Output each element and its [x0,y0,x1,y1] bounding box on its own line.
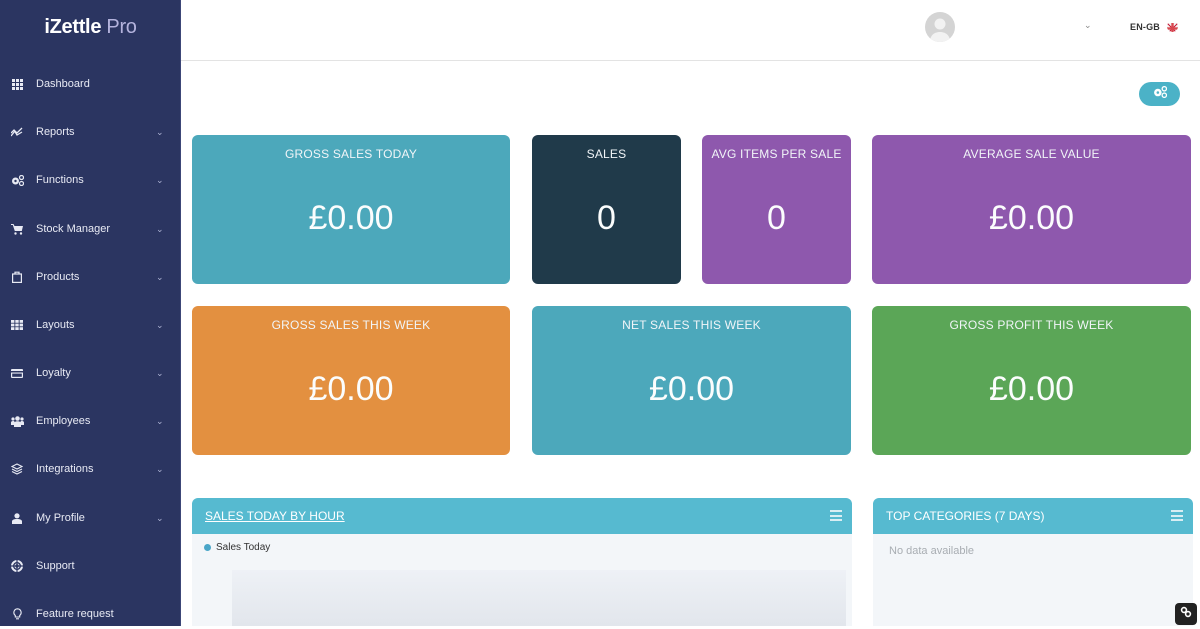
app-logo[interactable]: iZettle Pro [0,16,181,39]
lightbulb-icon [10,607,24,621]
panel-sales-today-by-hour: SALES TODAY BY HOUR Sales Today [192,498,852,626]
sidebar-item-loyalty[interactable]: Loyalty ⌄ [0,358,180,388]
sidebar-item-label: My Profile [36,512,85,524]
panel-header: TOP CATEGORIES (7 DAYS) [873,498,1193,534]
chevron-down-icon: ⌄ [156,223,164,234]
chevron-down-icon: ⌄ [156,126,164,137]
credit-card-icon [10,366,24,380]
users-icon [10,414,24,428]
layers-icon [10,462,24,476]
sidebar-item-label: Layouts [36,319,75,331]
sidebar-item-my-profile[interactable]: My Profile ⌄ [0,503,180,533]
cogs-icon [10,173,24,187]
card-title: AVG ITEMS PER SALE [711,147,842,161]
sidebar-item-employees[interactable]: Employees ⌄ [0,406,180,436]
logo-suffix: Pro [106,16,137,38]
card-value: 0 [767,199,786,237]
chevron-down-icon: ⌄ [156,174,164,185]
hamburger-menu-icon[interactable] [1171,510,1183,521]
empty-state-message: No data available [889,545,975,557]
panel-header: SALES TODAY BY HOUR [192,498,852,534]
sidebar-item-label: Integrations [36,463,94,475]
card-value: £0.00 [308,370,394,408]
panel-title-link[interactable]: SALES TODAY BY HOUR [205,509,345,523]
sidebar-item-reports[interactable]: Reports ⌄ [0,117,180,147]
card-title: GROSS PROFIT THIS WEEK [949,318,1114,332]
language-selector[interactable]: EN-GB [1130,22,1160,32]
panel-top-categories: TOP CATEGORIES (7 DAYS) No data availabl… [873,498,1193,626]
sidebar-item-label: Stock Manager [36,223,110,235]
cart-icon [10,222,24,236]
legend-dot-icon [204,544,211,551]
user-icon [10,511,24,525]
chart-line-icon [10,125,24,139]
sidebar-item-label: Reports [36,126,75,138]
chevron-down-icon: ⌄ [156,512,164,523]
card-title: GROSS SALES THIS WEEK [271,318,431,332]
sidebar-item-integrations[interactable]: Integrations ⌄ [0,454,180,484]
sidebar-item-label: Functions [36,174,84,186]
grid-icon [10,318,24,332]
hamburger-menu-icon[interactable] [830,510,842,521]
link-icon [1180,605,1192,623]
card-title: NET SALES THIS WEEK [622,318,761,332]
chevron-down-icon: ⌄ [156,367,164,378]
chevron-down-icon: ⌄ [156,415,164,426]
panel-title: TOP CATEGORIES (7 DAYS) [886,509,1045,523]
card-title: GROSS SALES TODAY [284,147,418,161]
card-gross-sales-this-week: GROSS SALES THIS WEEK £0.00 [192,306,510,455]
uk-flag-icon[interactable] [1167,21,1178,32]
user-menu-chevron-icon[interactable]: ⌄ [1084,20,1092,31]
dashboard-settings-button[interactable] [1139,82,1180,106]
card-net-sales-this-week: NET SALES THIS WEEK £0.00 [532,306,851,455]
chart-plot-area [232,570,846,626]
grid-icon [10,77,24,91]
sidebar-item-feature-request[interactable]: Feature request [0,599,180,629]
top-bar: ⌄ EN-GB [181,0,1200,61]
sidebar-item-support[interactable]: Support [0,551,180,581]
card-value: £0.00 [988,370,1075,408]
legend-label: Sales Today [216,542,271,553]
sidebar-item-label: Loyalty [36,367,71,379]
card-value: £0.00 [308,199,394,237]
card-title: AVERAGE SALE VALUE [963,147,1100,161]
shopping-bag-icon [10,270,24,284]
sidebar-item-stock-manager[interactable]: Stock Manager ⌄ [0,214,180,244]
logo-main: iZettle [44,16,102,38]
sidebar-item-label: Employees [36,415,91,427]
life-ring-icon [10,559,24,573]
card-avg-items-per-sale: AVG ITEMS PER SALE 0 [702,135,851,284]
sidebar-item-label: Dashboard [36,78,90,90]
card-title: SALES [586,147,627,161]
card-value: 0 [597,199,616,237]
cogs-icon [1153,85,1167,103]
card-gross-sales-today: GROSS SALES TODAY £0.00 [192,135,510,284]
card-gross-profit-this-week: GROSS PROFIT THIS WEEK £0.00 [872,306,1191,455]
card-sales: SALES 0 [532,135,681,284]
sidebar-item-label: Support [36,560,75,572]
chart-legend-item[interactable]: Sales Today [204,542,270,553]
card-value: £0.00 [988,199,1075,237]
card-value: £0.00 [648,370,735,408]
sidebar-item-layouts[interactable]: Layouts ⌄ [0,310,180,340]
floating-link-button[interactable] [1175,603,1197,625]
user-avatar[interactable] [925,12,955,42]
chevron-down-icon: ⌄ [156,463,164,474]
chevron-down-icon: ⌄ [156,271,164,282]
chevron-down-icon: ⌄ [156,319,164,330]
sidebar-item-functions[interactable]: Functions ⌄ [0,165,180,195]
sidebar-item-dashboard[interactable]: Dashboard [0,69,180,99]
sidebar-item-products[interactable]: Products ⌄ [0,262,180,292]
card-average-sale-value: AVERAGE SALE VALUE £0.00 [872,135,1191,284]
sidebar: iZettle Pro Dashboard Reports ⌄ Function… [0,0,181,626]
sidebar-item-label: Feature request [36,608,114,620]
sidebar-item-label: Products [36,271,80,283]
